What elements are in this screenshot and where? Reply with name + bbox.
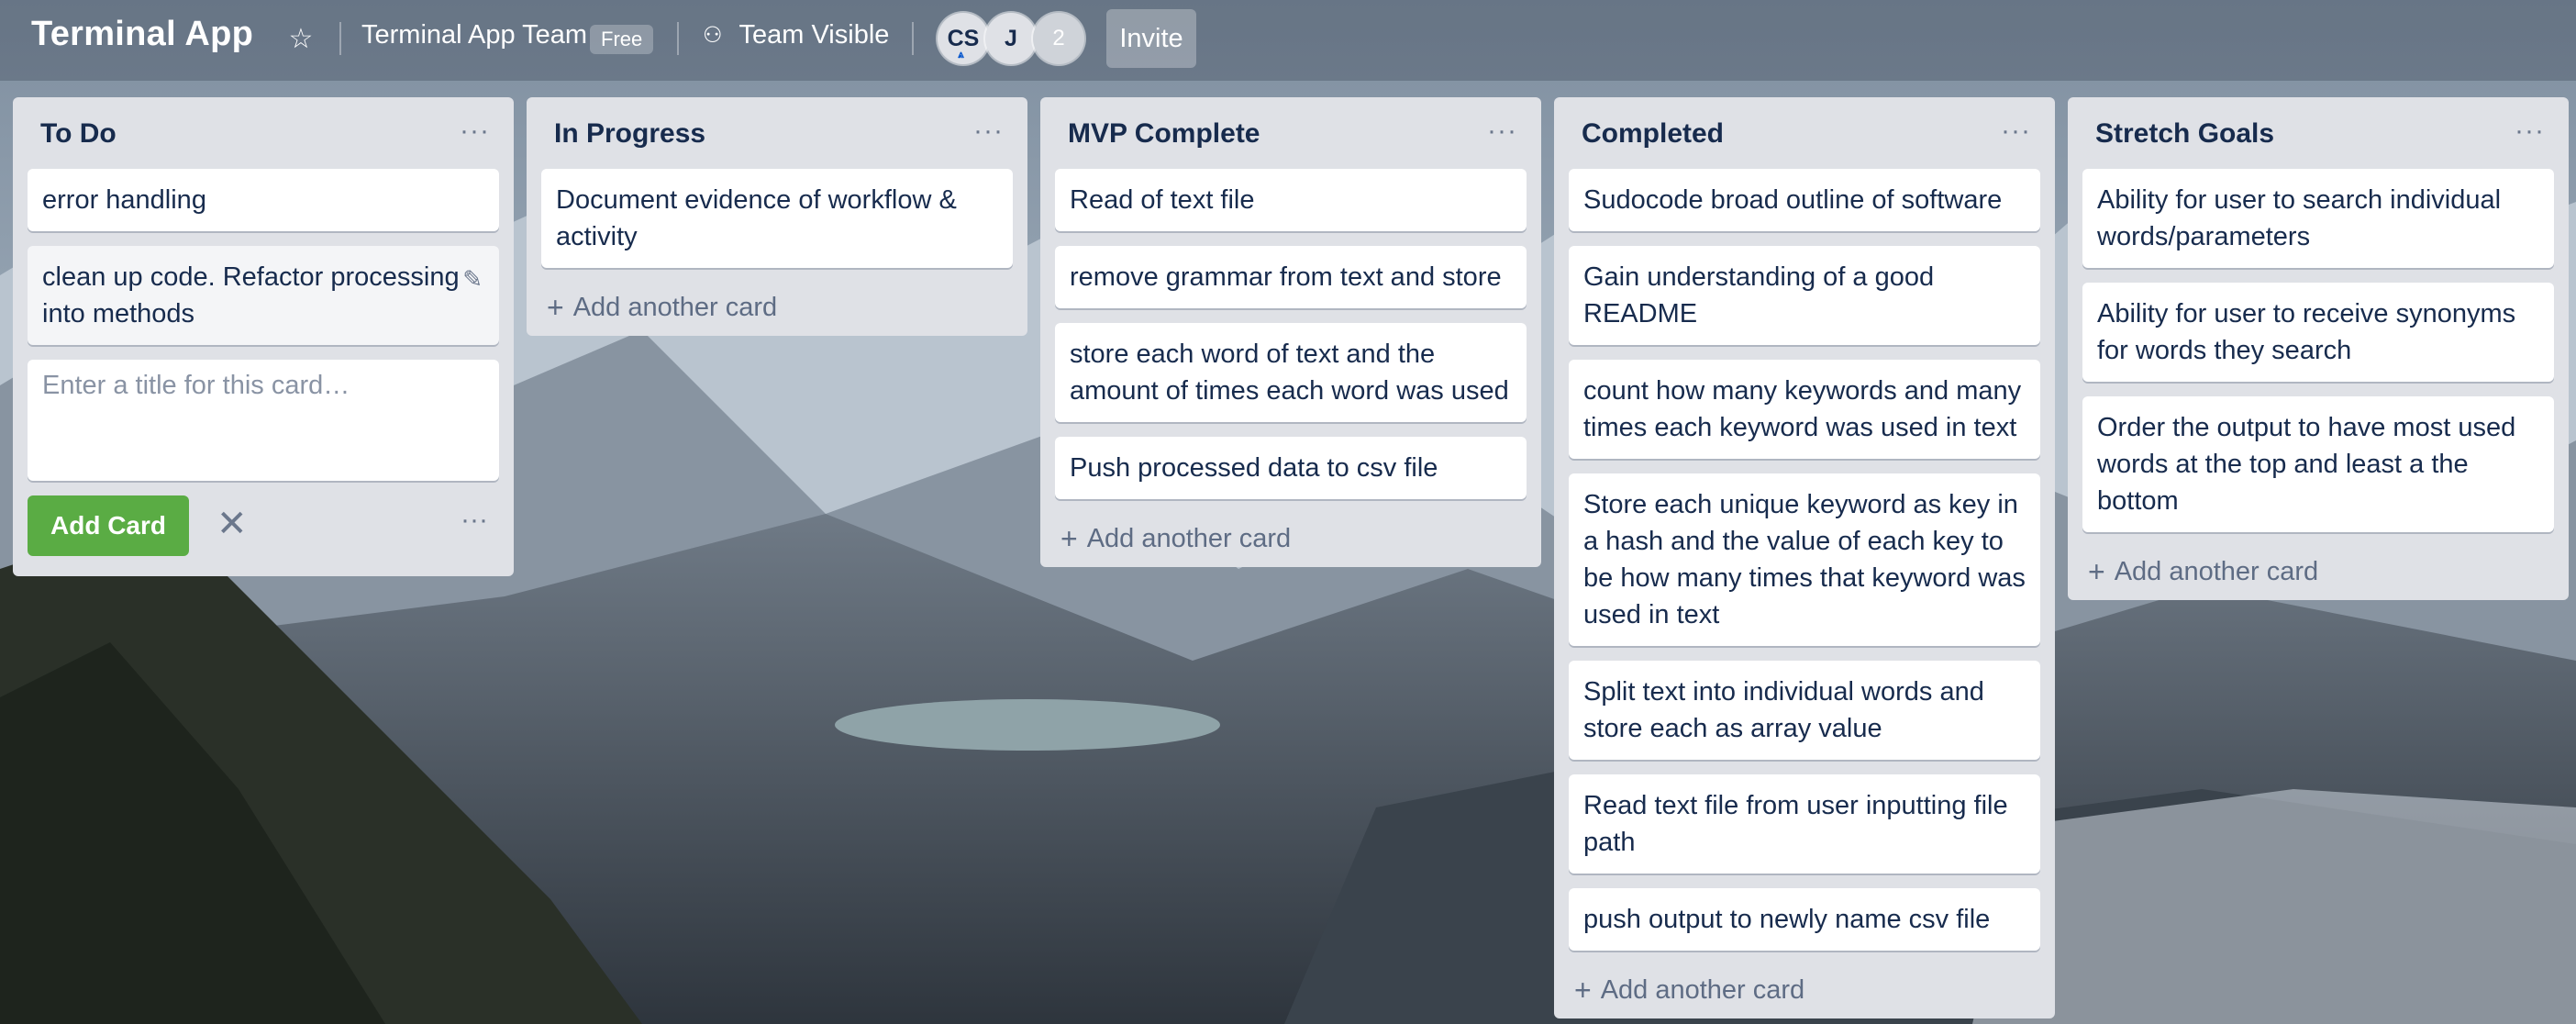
- more-icon[interactable]: ···: [973, 116, 1004, 147]
- close-icon[interactable]: ✕: [217, 503, 248, 545]
- list-title[interactable]: To Do: [40, 118, 117, 150]
- card-list: Read of text file remove grammar from te…: [1040, 169, 1541, 499]
- card[interactable]: remove grammar from text and store: [1055, 246, 1527, 308]
- header-divider: [677, 22, 679, 55]
- card[interactable]: Sudocode broad outline of software: [1569, 169, 2040, 231]
- card[interactable]: store each word of text and the amount o…: [1055, 323, 1527, 422]
- list-completed: Completed ··· Sudocode broad outline of …: [1554, 97, 2055, 1018]
- more-icon[interactable]: ···: [2515, 116, 2545, 147]
- admin-icon: ⩓: [958, 48, 964, 61]
- add-another-card-button[interactable]: + Add another card: [1554, 962, 2055, 1018]
- card-list: Ability for user to search individual wo…: [2068, 169, 2569, 532]
- add-another-card-button[interactable]: + Add another card: [527, 279, 1027, 336]
- list-title[interactable]: Stretch Goals: [2095, 118, 2274, 150]
- star-icon[interactable]: ☆: [281, 18, 321, 59]
- list-header: To Do ···: [13, 97, 514, 169]
- avatar-initials: J: [1005, 25, 1017, 51]
- add-card-label: Add another card: [1086, 523, 1292, 553]
- card[interactable]: error handling: [28, 169, 499, 231]
- member-overflow-count[interactable]: 2: [1033, 13, 1084, 64]
- card-title: clean up code. Refactor processing into …: [42, 262, 460, 328]
- more-icon[interactable]: ···: [461, 505, 488, 536]
- list-stretch-goals: Stretch Goals ··· Ability for user to se…: [2068, 97, 2569, 600]
- team-icon: ⚇: [703, 23, 723, 48]
- avatar[interactable]: J: [985, 13, 1037, 64]
- visibility-label: Team Visible: [738, 20, 890, 50]
- list-header: Stretch Goals ···: [2068, 97, 2569, 169]
- card-list: error handling clean up code. Refactor p…: [13, 169, 516, 576]
- list-title[interactable]: Completed: [1582, 118, 1724, 150]
- plus-icon: +: [547, 290, 564, 324]
- card[interactable]: push output to newly name csv file: [1569, 888, 2040, 951]
- add-card-label: Add another card: [572, 292, 778, 322]
- plus-icon: +: [1060, 521, 1078, 555]
- header-divider: [339, 22, 341, 55]
- avatar[interactable]: CS ⩓: [938, 13, 989, 64]
- card-title-input[interactable]: [28, 360, 516, 483]
- team-button[interactable]: Terminal App Team: [361, 20, 587, 50]
- card[interactable]: Store each unique keyword as key in a ha…: [1569, 473, 2040, 646]
- plan-badge: Free: [590, 25, 654, 54]
- card-composer: [28, 360, 516, 483]
- add-another-card-button[interactable]: + Add another card: [2068, 543, 2569, 600]
- list-title[interactable]: In Progress: [554, 118, 705, 150]
- more-icon[interactable]: ···: [1487, 116, 1517, 147]
- list-header: Completed ···: [1554, 97, 2055, 169]
- add-another-card-button[interactable]: + Add another card: [1040, 510, 1541, 567]
- visibility-button[interactable]: ⚇ Team Visible: [703, 20, 889, 50]
- card[interactable]: Order the output to have most used words…: [2082, 396, 2554, 532]
- list-in-progress: In Progress ··· Document evidence of wor…: [527, 97, 1027, 336]
- list-title[interactable]: MVP Complete: [1068, 118, 1260, 150]
- card[interactable]: Document evidence of workflow & activity: [541, 169, 1013, 268]
- add-card-label: Add another card: [1600, 974, 1805, 1005]
- card-list: Document evidence of workflow & activity: [527, 169, 1027, 268]
- pencil-icon[interactable]: ✎: [462, 261, 483, 297]
- card[interactable]: count how many keywords and many times e…: [1569, 360, 2040, 459]
- card[interactable]: Ability for user to search individual wo…: [2082, 169, 2554, 268]
- more-icon[interactable]: ···: [460, 116, 490, 147]
- more-icon[interactable]: ···: [2001, 116, 2031, 147]
- plus-icon: +: [1574, 973, 1592, 1007]
- list-to-do: To Do ··· error handling clean up code. …: [13, 97, 516, 576]
- list-header: In Progress ···: [527, 97, 1027, 169]
- list-header: MVP Complete ···: [1040, 97, 1541, 169]
- card[interactable]: clean up code. Refactor processing into …: [28, 246, 499, 345]
- board-header: Terminal App ☆ Terminal App Team Free ⚇ …: [0, 0, 2576, 81]
- add-card-label: Add another card: [2114, 556, 2319, 586]
- card[interactable]: Gain understanding of a good README: [1569, 246, 2040, 345]
- list-mvp-complete: MVP Complete ··· Read of text file remov…: [1040, 97, 1541, 567]
- composer-controls: Add Card ✕ ···: [28, 495, 499, 576]
- invite-button[interactable]: Invite: [1106, 9, 1196, 68]
- card[interactable]: Read text file from user inputting file …: [1569, 774, 2040, 874]
- card[interactable]: Push processed data to csv file: [1055, 437, 1527, 499]
- card[interactable]: Read of text file: [1055, 169, 1527, 231]
- card[interactable]: Ability for user to receive synonyms for…: [2082, 283, 2554, 382]
- add-card-button[interactable]: Add Card: [28, 495, 189, 556]
- card-list: Sudocode broad outline of software Gain …: [1554, 169, 2055, 951]
- header-divider: [912, 22, 914, 55]
- plus-icon: +: [2088, 554, 2105, 588]
- card[interactable]: Split text into individual words and sto…: [1569, 661, 2040, 760]
- board-title[interactable]: Terminal App: [31, 15, 253, 54]
